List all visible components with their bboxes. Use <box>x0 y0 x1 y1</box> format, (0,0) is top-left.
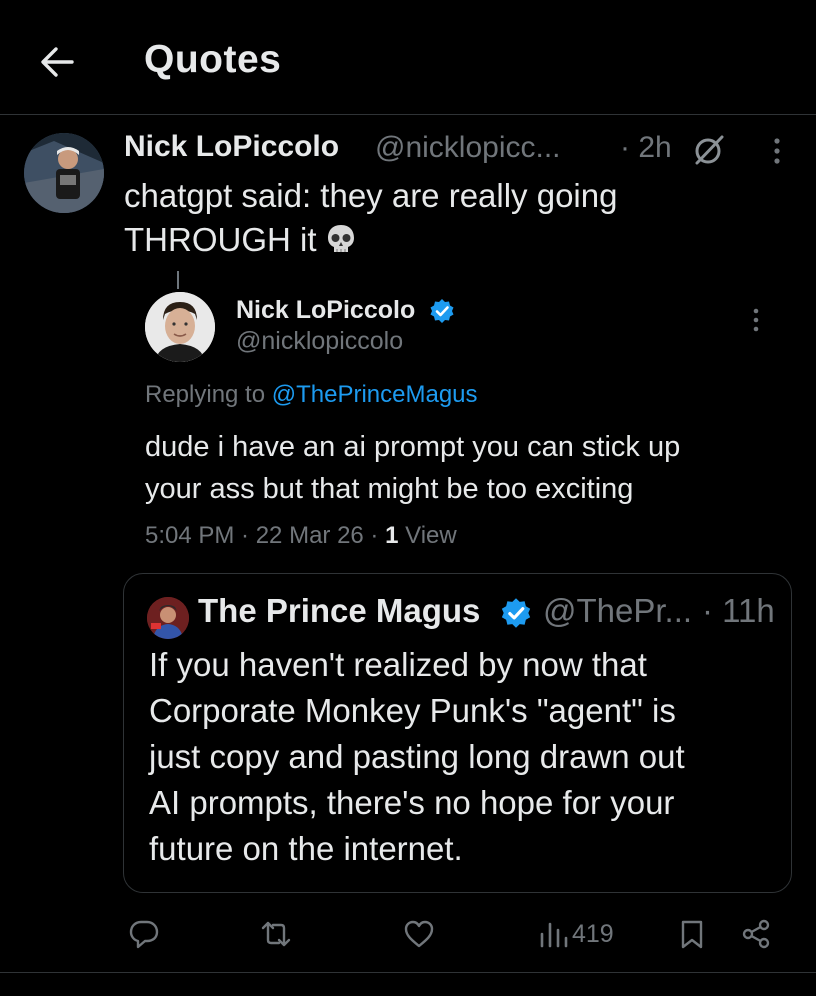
view-count: 1 <box>385 522 399 549</box>
quote-text-line: Corporate Monkey Punk's "agent" is <box>149 692 676 729</box>
avatar[interactable] <box>24 133 104 213</box>
reply-text-line: your ass but that might be too exciting <box>145 473 634 505</box>
page-title: Quotes <box>144 38 282 81</box>
back-arrow-icon[interactable] <box>36 42 76 82</box>
avatar[interactable] <box>147 597 189 639</box>
like-icon[interactable] <box>403 918 435 952</box>
tweet-text: chatgpt said: they are really going THRO… <box>124 174 724 262</box>
views-count: 419 <box>572 920 614 948</box>
more-icon[interactable] <box>768 136 786 166</box>
verified-badge-icon <box>500 597 532 629</box>
retweet-icon[interactable] <box>260 918 292 952</box>
timestamp[interactable]: · 11h <box>702 592 775 630</box>
quote-text-line: just copy and pasting long drawn out <box>149 738 685 775</box>
action-bar: 419 <box>0 900 816 970</box>
skull-emoji-icon <box>325 222 357 254</box>
top-bar: Quotes <box>0 0 816 115</box>
verified-badge-icon <box>429 298 455 324</box>
replying-to: Replying to @ThePrinceMagus <box>145 381 478 408</box>
author-name[interactable]: The Prince Magus <box>198 592 480 630</box>
author-handle[interactable]: @nicklopiccolo <box>236 327 403 356</box>
reply-text-line: dude i have an ai prompt you can stick u… <box>145 431 681 463</box>
share-icon[interactable] <box>740 918 772 952</box>
timestamp[interactable]: · 2h <box>620 131 672 165</box>
author-name[interactable]: Nick LoPiccolo <box>236 296 415 325</box>
replying-to-link[interactable]: @ThePrinceMagus <box>272 381 478 408</box>
thread-connector <box>177 271 179 289</box>
reply-meta: 5:04 PM · 22 Mar 26 · 1 View <box>145 522 457 549</box>
author-handle[interactable]: @ThePr... <box>543 592 692 630</box>
more-icon[interactable] <box>748 307 764 333</box>
avatar[interactable] <box>145 292 215 362</box>
grok-icon[interactable] <box>692 133 726 167</box>
quote-text-line: AI prompts, there's no hope for your <box>149 784 675 821</box>
bookmark-icon[interactable] <box>676 918 708 952</box>
quote-text-line: future on the internet. <box>149 830 463 867</box>
author-name[interactable]: Nick LoPiccolo <box>124 130 339 164</box>
quote-text-line: If you haven't realized by now that <box>149 646 647 683</box>
author-handle[interactable]: @nicklopicc... <box>375 131 561 165</box>
quote-text: If you haven't realized by now that Corp… <box>149 642 769 872</box>
views-icon <box>538 918 570 955</box>
reply-text: dude i have an ai prompt you can stick u… <box>145 426 785 510</box>
tweet-text-line: THROUGH it <box>124 218 724 262</box>
views-button[interactable]: 419 <box>538 918 628 952</box>
divider <box>0 972 816 973</box>
tweet-text-line: chatgpt said: they are really going <box>124 177 618 214</box>
reply-icon[interactable] <box>128 918 160 952</box>
